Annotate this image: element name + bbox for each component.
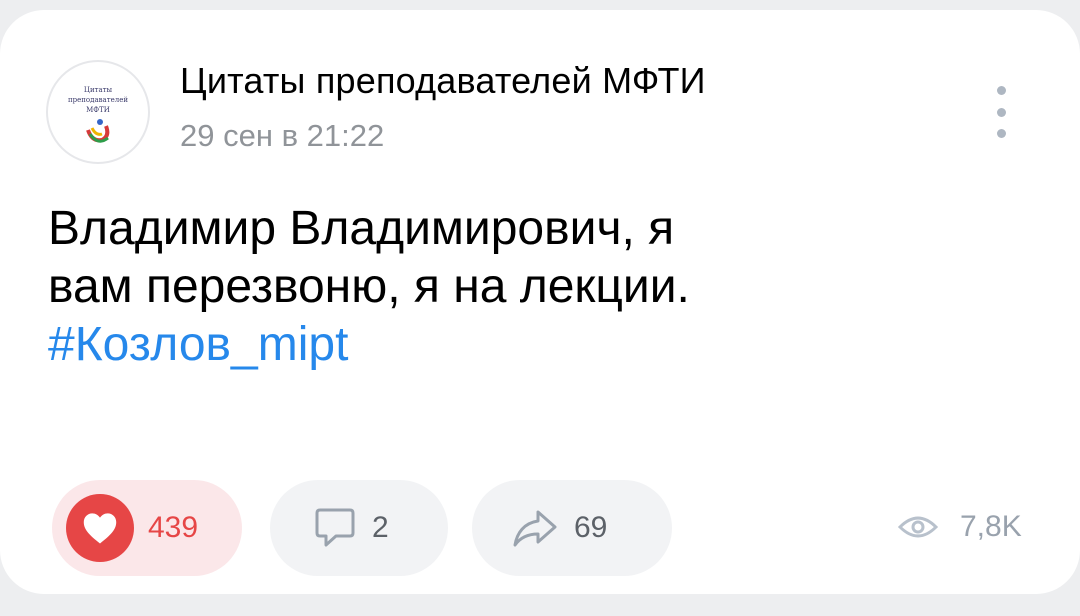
- share-icon: [513, 510, 557, 547]
- avatar-line-1: Цитаты: [84, 86, 113, 94]
- post-text-line-2: вам перезвоню, я на лекции.: [48, 260, 690, 313]
- comment-count: 2: [372, 511, 389, 544]
- views-counter: 7,8K: [898, 510, 1022, 544]
- more-vertical-icon-dot: [996, 129, 1006, 138]
- comment-button[interactable]: 2: [270, 480, 448, 576]
- hashtag-link[interactable]: #Козлов_mipt: [48, 316, 1038, 374]
- more-options-button[interactable]: [986, 82, 1016, 142]
- views-count: 7,8K: [960, 510, 1022, 543]
- share-count: 69: [574, 511, 608, 544]
- post-text: Владимир Владимирович, я вам перезвоню, …: [48, 200, 1038, 374]
- post-text-line-1: Владимир Владимирович, я: [48, 202, 675, 255]
- more-vertical-icon-dot: [996, 107, 1006, 117]
- like-button[interactable]: 439: [52, 480, 242, 576]
- comment-icon: [315, 508, 355, 547]
- heart-icon: [66, 494, 134, 562]
- eye-icon: [898, 516, 938, 538]
- post-card: Цитаты преподавателей МФТИ Цитаты препод…: [0, 10, 1080, 594]
- group-name-link[interactable]: Цитаты преподавателей МФТИ: [180, 60, 706, 102]
- avatar-line-3: МФТИ: [86, 106, 110, 114]
- post-date[interactable]: 29 сен в 21:22: [180, 118, 384, 154]
- group-logo-icon: Цитаты преподавателей МФТИ: [68, 86, 128, 143]
- like-count: 439: [148, 511, 199, 544]
- more-vertical-icon-dot: [996, 86, 1006, 95]
- avatar-line-2: преподавателей: [68, 96, 128, 104]
- share-button[interactable]: 69: [472, 480, 672, 576]
- group-avatar[interactable]: Цитаты преподавателей МФТИ: [46, 60, 150, 164]
